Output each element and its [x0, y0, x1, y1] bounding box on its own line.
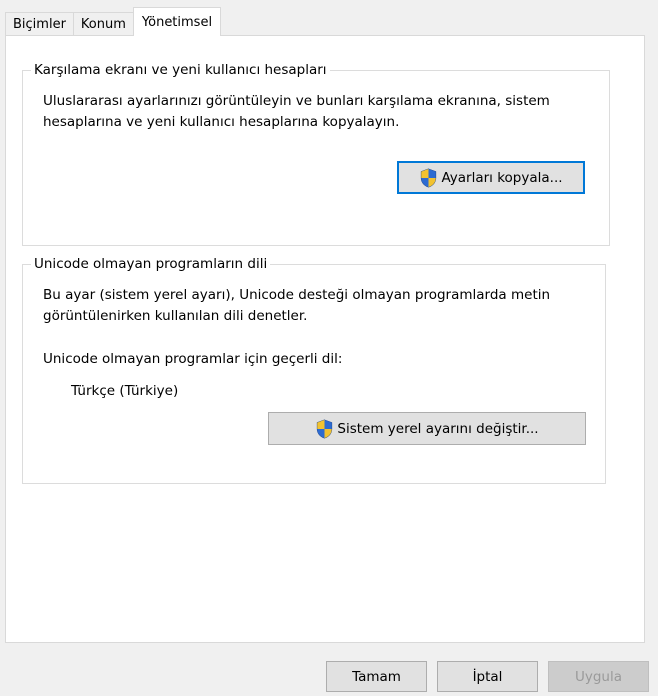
welcome-description-line-2: hesaplarına ve yeni kullanıcı hesapların…: [43, 114, 400, 130]
tab-location[interactable]: Konum: [72, 12, 134, 36]
tab-administrative[interactable]: Yönetimsel: [132, 7, 222, 36]
change-system-locale-button[interactable]: Sistem yerel ayarını değiştir...: [268, 412, 586, 445]
copy-settings-button[interactable]: Ayarları kopyala...: [397, 161, 585, 194]
current-language-label: Unicode olmayan programlar için geçerli …: [43, 351, 343, 367]
non-unicode-group: Unicode olmayan programların dili Bu aya…: [22, 255, 606, 484]
non-unicode-description-line-1: Bu ayar (sistem yerel ayarı), Unicode de…: [43, 287, 551, 303]
apply-button-label: Uygula: [574, 668, 623, 685]
uac-shield-icon: [421, 168, 437, 187]
administrative-panel: Karşılama ekranı ve yeni kullanıcı hesap…: [5, 35, 645, 643]
cancel-button[interactable]: İptal: [437, 661, 538, 692]
copy-settings-button-label: Ayarları kopyala...: [441, 169, 563, 186]
welcome-screen-group: Karşılama ekranı ve yeni kullanıcı hesap…: [22, 61, 610, 246]
change-system-locale-button-label: Sistem yerel ayarını değiştir...: [337, 420, 539, 437]
tab-administrative-label: Yönetimsel: [141, 14, 213, 30]
tab-location-label: Konum: [80, 17, 126, 32]
tab-strip: Biçimler Konum Yönetimsel: [5, 7, 222, 36]
apply-button[interactable]: Uygula: [548, 661, 649, 692]
tab-formats[interactable]: Biçimler: [5, 12, 74, 36]
uac-shield-icon: [317, 419, 333, 438]
ok-button[interactable]: Tamam: [326, 661, 427, 692]
non-unicode-group-title: Unicode olmayan programların dili: [31, 255, 271, 273]
ok-button-label: Tamam: [352, 668, 401, 685]
cancel-button-label: İptal: [472, 668, 503, 685]
non-unicode-description-line-2: görüntülenirken kullanılan dili denetler…: [43, 308, 308, 324]
welcome-description-line-1: Uluslararası ayarlarınızı görüntüleyin v…: [43, 93, 550, 109]
current-language-value: Türkçe (Türkiye): [71, 383, 179, 399]
tab-formats-label: Biçimler: [13, 17, 66, 32]
welcome-screen-group-title: Karşılama ekranı ve yeni kullanıcı hesap…: [31, 61, 330, 79]
